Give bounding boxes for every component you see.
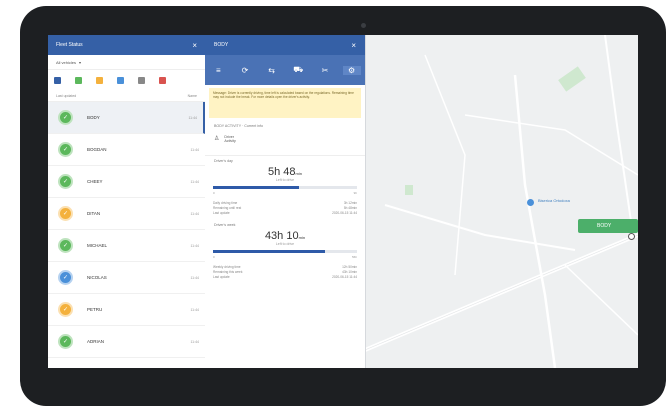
vehicle-detail-panel: BODY × ≡ ⟳ ⇆ ⛟ ✂ ⚙ Message: Driver is current…	[205, 35, 366, 368]
vehicle-row[interactable]: ✓ CHEEY 11:44	[48, 166, 205, 198]
stat-key: Last update	[213, 211, 230, 215]
vehicle-status-icon: ✓	[58, 334, 73, 349]
day-stats: Daily driving time 3h 12min Remaining unti…	[205, 201, 365, 216]
vehicle-name: BODY	[87, 115, 100, 120]
vehicle-map-chip[interactable]: BODY	[578, 219, 638, 233]
vehicle-list: ✓ BODY 11:44 ✓ BOGDAN 11:44 ✓ CHEEY 11:44 ✓ DITAN 1…	[48, 102, 205, 358]
detail-title: BODY	[214, 42, 229, 48]
day-time-left: 5h 48min	[268, 166, 302, 178]
vehicle-row[interactable]: ✓ ADRIAN 11:44	[48, 326, 205, 358]
week-sub: Left to drive	[275, 242, 295, 246]
filter-all-icon[interactable]	[54, 76, 61, 84]
fleet-status-filters	[48, 70, 205, 90]
vehicle-name: PETRU	[87, 307, 103, 312]
day-ticks: 0 9h	[213, 191, 357, 195]
week-stats: Weekly driving time 12h 50min Remaining th…	[205, 265, 365, 280]
stat-row: Last update 2020-06-15 11:44	[213, 275, 357, 280]
vehicle-location-marker[interactable]	[628, 233, 635, 240]
vehicle-name: NICOLAS	[87, 275, 107, 280]
day-label: Driver's day	[214, 159, 233, 163]
vehicle-name: CHEEY	[87, 179, 103, 184]
map-view[interactable]: Biserica Ortodoxa	[365, 35, 638, 368]
tools-icon[interactable]: ✂	[316, 66, 334, 75]
truck-icon[interactable]: ⛟	[289, 65, 307, 75]
detail-header: BODY ×	[205, 35, 365, 55]
stat-row: Last update 2020-06-15 11:44	[213, 211, 357, 216]
vehicle-row[interactable]: ✓ NICOLAS 11:44	[48, 262, 205, 294]
vehicle-name: DITAN	[87, 211, 101, 216]
vehicle-row[interactable]: ✓ MICHAEL 11:44	[48, 230, 205, 262]
vehicle-time: 11:44	[190, 179, 200, 184]
vehicle-time: 11:44	[190, 275, 200, 280]
fleet-filter-dropdown[interactable]: All vehicles ▾	[48, 55, 205, 70]
sort-right[interactable]: Name	[188, 94, 197, 98]
vehicle-status-icon: ✓	[58, 302, 73, 317]
vehicle-status-icon: ✓	[58, 206, 73, 221]
vehicle-name: BOGDAN	[87, 147, 107, 152]
week-time-left: 43h 10min	[264, 230, 306, 242]
vehicle-name: ADRIAN	[87, 339, 105, 344]
vehicle-status-icon: ✓	[58, 174, 73, 189]
filter-alert-icon[interactable]	[159, 76, 166, 84]
info-banner: Message: Driver is currently driving, ti…	[209, 88, 361, 118]
filter-offline-icon[interactable]	[138, 76, 145, 84]
week-progress-bar	[213, 250, 357, 253]
fleet-sort-bar: Last updated Name	[48, 90, 205, 102]
vehicle-time: 11:44	[190, 147, 200, 152]
vehicle-status-icon: ✓	[58, 142, 73, 157]
settings-icon[interactable]: ⚙	[342, 65, 361, 75]
day-progress-bar	[213, 186, 357, 189]
detail-toolbar: ≡ ⟳ ⇆ ⛟ ✂ ⚙	[205, 55, 365, 85]
filter-label: All vehicles	[56, 59, 77, 65]
filter-idle-icon[interactable]	[96, 76, 103, 84]
filter-stopped-icon[interactable]	[117, 76, 124, 84]
sort-left[interactable]: Last updated	[56, 94, 76, 98]
stat-value: 2020-06-15 11:44	[332, 275, 357, 279]
vehicle-time: 11:44	[188, 115, 198, 120]
driver-row[interactable]: ♙ Driver Activity	[205, 131, 365, 156]
vehicle-time: 11:44	[190, 243, 200, 248]
person-icon: ♙	[214, 136, 220, 142]
vehicle-status-icon: ✓	[58, 238, 73, 253]
close-icon[interactable]: ×	[192, 41, 197, 50]
menu-icon[interactable]: ≡	[209, 66, 227, 75]
vehicle-status-icon: ✓	[58, 270, 73, 285]
vehicle-time: 11:44	[190, 211, 200, 216]
chevron-down-icon: ▾	[79, 59, 82, 65]
vehicle-time: 11:44	[190, 307, 200, 312]
poi-marker[interactable]	[527, 199, 534, 206]
screen: Biserica Ortodoxa BODY Fleet Status × Al…	[48, 35, 638, 368]
camera-dot	[361, 23, 366, 28]
vehicle-row[interactable]: ✓ BODY 11:44	[48, 102, 205, 134]
fleet-panel: Fleet Status × All vehicles ▾ Last updat…	[48, 35, 206, 368]
filter-moving-icon[interactable]	[75, 76, 82, 84]
week-label: Driver's week	[214, 223, 236, 227]
vehicle-row[interactable]: ✓ PETRU 11:44	[48, 294, 205, 326]
day-sub: Left to drive	[275, 178, 295, 182]
vehicle-status-icon: ✓	[58, 110, 73, 125]
vehicle-time: 11:44	[190, 339, 200, 344]
stat-key: Last update	[213, 275, 230, 279]
stat-value: 2020-06-15 11:44	[332, 211, 357, 215]
vehicle-row[interactable]: ✓ DITAN 11:44	[48, 198, 205, 230]
vehicle-row[interactable]: ✓ BOGDAN 11:44	[48, 134, 205, 166]
fleet-header: Fleet Status ×	[48, 35, 205, 55]
week-ticks: 0 56h	[213, 255, 357, 259]
history-icon[interactable]: ⟳	[236, 66, 254, 75]
poi-label: Biserica Ortodoxa	[538, 198, 570, 203]
fleet-title: Fleet Status	[56, 42, 83, 48]
vehicle-name: MICHAEL	[87, 243, 108, 248]
driver-activity: Activity	[224, 139, 236, 143]
map-roads	[365, 35, 638, 368]
section-heading: BODY ACTIVITY · Current info	[214, 124, 263, 128]
close-icon[interactable]: ×	[351, 41, 356, 50]
route-icon[interactable]: ⇆	[263, 66, 281, 75]
